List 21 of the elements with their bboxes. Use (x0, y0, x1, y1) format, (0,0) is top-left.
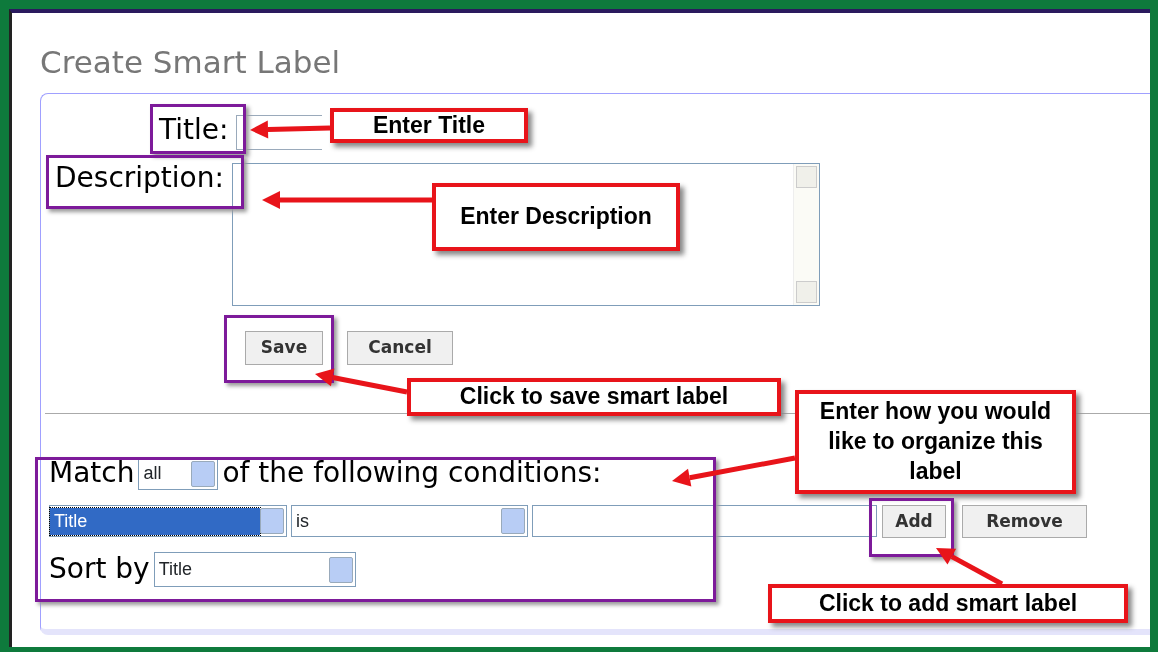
field-select[interactable]: Title (49, 505, 287, 538)
cancel-button[interactable]: Cancel (347, 331, 453, 365)
operator-select[interactable]: is (291, 505, 528, 538)
match-label: Match (49, 458, 135, 490)
arrow (936, 548, 1004, 587)
page-title: Create Smart Label (40, 44, 342, 82)
remove-button[interactable]: Remove (962, 504, 1087, 539)
callout-box: Enter Title (330, 108, 528, 143)
value-field[interactable] (532, 505, 877, 538)
save-button[interactable]: Save (245, 331, 323, 365)
sort-label: Sort by (49, 554, 150, 586)
field-label: Title: (159, 115, 229, 146)
match-text: of the following conditions: (222, 458, 602, 490)
callout-box: Click to save smart label (407, 378, 781, 416)
callout-box: Enter how you would like to organize this label (795, 390, 1076, 494)
scrollbar[interactable] (792, 164, 819, 306)
callout-box: Click to add smart label (768, 584, 1128, 623)
field-label: Description: (55, 163, 224, 194)
callout-box: Enter Description (432, 183, 680, 251)
add-button[interactable]: Add (882, 504, 946, 539)
sort-select[interactable]: Title (153, 552, 356, 588)
